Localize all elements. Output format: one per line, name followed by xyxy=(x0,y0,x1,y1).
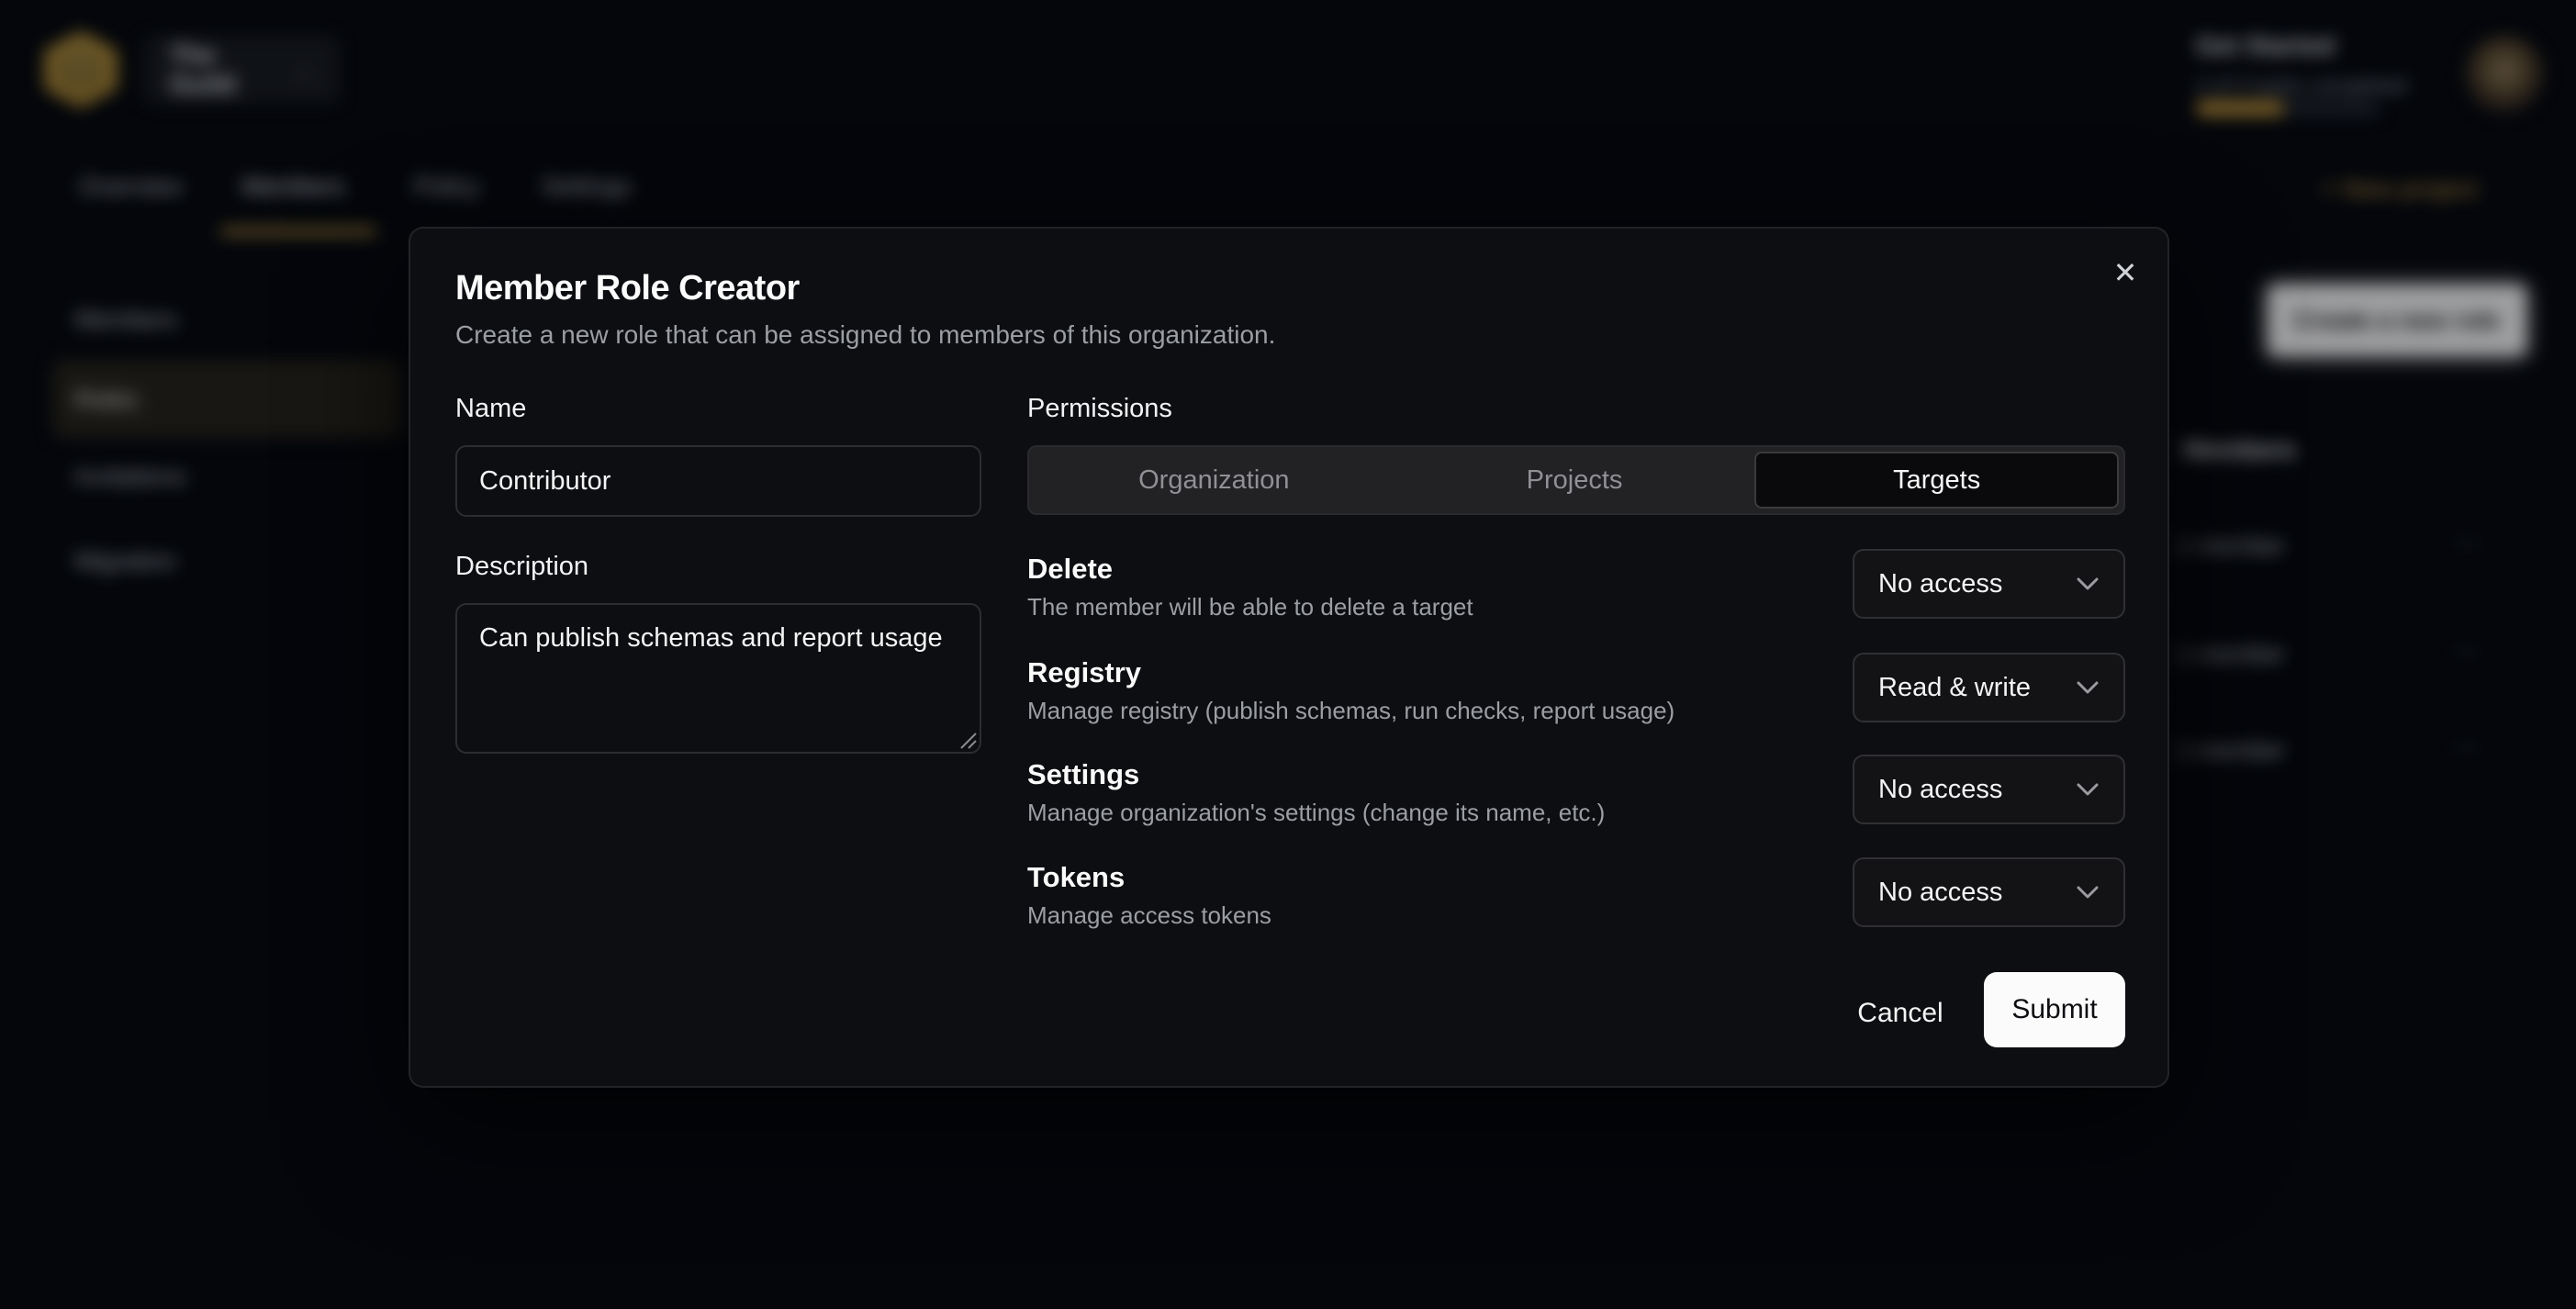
app-root: The Guild ⌄ Get Started 2 of 4 tasks com… xyxy=(0,0,2576,1309)
tab-projects[interactable]: Projects xyxy=(1394,452,1755,509)
delete-access-select[interactable]: No access xyxy=(1853,549,2125,619)
permission-row-tokens: Tokens Manage access tokens No access xyxy=(1027,861,2125,940)
registry-access-select[interactable]: Read & write xyxy=(1853,653,2125,722)
chevron-down-icon xyxy=(2076,680,2100,695)
modal-title: Member Role Creator xyxy=(455,269,800,308)
select-value: No access xyxy=(1878,878,2002,908)
permission-title: Registry xyxy=(1027,656,1141,689)
select-value: No access xyxy=(1878,775,2002,805)
permission-description: Manage registry (publish schemas, run ch… xyxy=(1027,697,1674,725)
close-icon[interactable]: ✕ xyxy=(2103,251,2147,295)
permission-title: Tokens xyxy=(1027,861,1125,894)
modal-subtitle: Create a new role that can be assigned t… xyxy=(455,320,1275,350)
permission-row-registry: Registry Manage registry (publish schema… xyxy=(1027,656,2125,735)
tab-organization[interactable]: Organization xyxy=(1034,452,1394,509)
chevron-down-icon xyxy=(2076,885,2100,900)
permission-title: Settings xyxy=(1027,758,1139,791)
permissions-label: Permissions xyxy=(1027,394,1172,424)
cancel-button[interactable]: Cancel xyxy=(1831,978,1969,1049)
submit-button[interactable]: Submit xyxy=(1984,972,2125,1047)
select-value: Read & write xyxy=(1878,673,2031,703)
settings-access-select[interactable]: No access xyxy=(1853,755,2125,824)
name-label: Name xyxy=(455,394,526,424)
permission-description: The member will be able to delete a targ… xyxy=(1027,593,1473,621)
member-role-creator-modal: ✕ Member Role Creator Create a new role … xyxy=(409,227,2169,1088)
description-label: Description xyxy=(455,552,588,582)
name-input[interactable] xyxy=(455,445,981,517)
description-textarea[interactable]: Can publish schemas and report usage xyxy=(455,603,981,754)
chevron-down-icon xyxy=(2076,782,2100,797)
permission-title: Delete xyxy=(1027,553,1113,586)
permission-description: Manage organization's settings (change i… xyxy=(1027,799,1605,827)
permissions-tablist: Organization Projects Targets xyxy=(1027,445,2125,515)
chevron-down-icon xyxy=(2076,576,2100,591)
tab-targets[interactable]: Targets xyxy=(1754,452,2119,509)
permission-row-settings: Settings Manage organization's settings … xyxy=(1027,758,2125,837)
select-value: No access xyxy=(1878,569,2002,599)
permission-row-delete: Delete The member will be able to delete… xyxy=(1027,553,2125,632)
permission-description: Manage access tokens xyxy=(1027,901,1271,930)
tokens-access-select[interactable]: No access xyxy=(1853,857,2125,927)
